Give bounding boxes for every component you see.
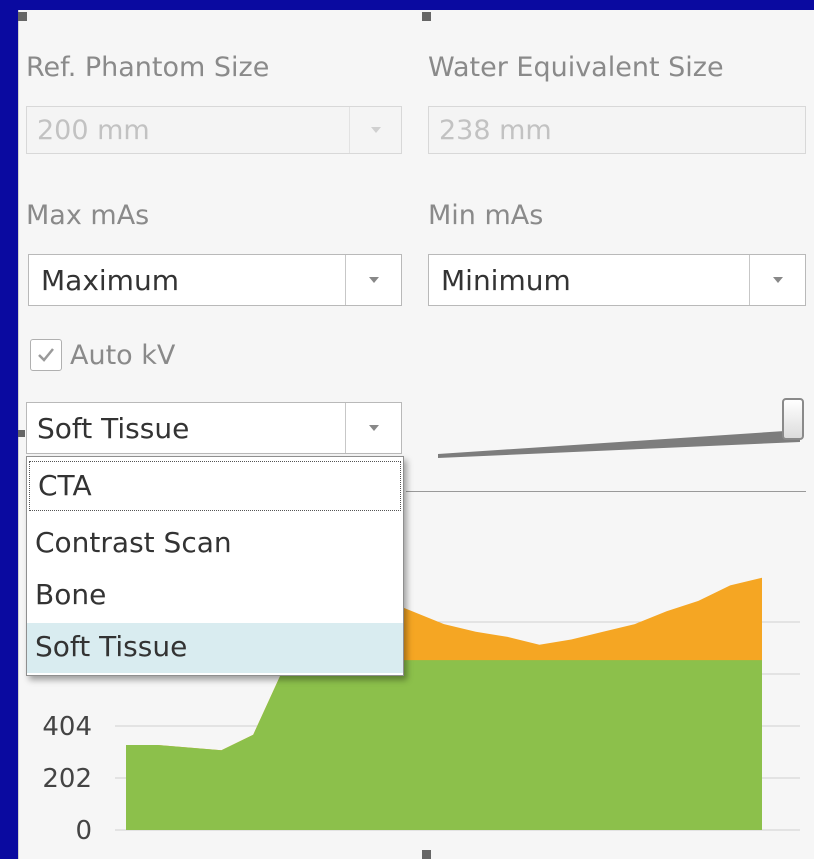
auto-kv-label: Auto kV bbox=[70, 340, 176, 371]
chevron-down-icon bbox=[370, 127, 381, 133]
protocol-selected-value: Soft Tissue bbox=[37, 412, 190, 445]
water-equivalent-size-field: 238 mm bbox=[428, 106, 806, 154]
ref-phantom-size-select: 200 mm bbox=[26, 106, 402, 154]
chart-area-green bbox=[126, 660, 762, 830]
chevron-down-icon bbox=[368, 425, 379, 431]
checkmark-icon bbox=[38, 348, 54, 362]
option-bone[interactable]: Bone bbox=[27, 571, 403, 621]
slider-track bbox=[438, 430, 800, 458]
resize-handle[interactable] bbox=[422, 12, 431, 21]
y-tick-label: 404 bbox=[42, 712, 92, 742]
protocol-select[interactable]: Soft Tissue bbox=[26, 402, 402, 454]
resize-handle[interactable] bbox=[18, 12, 27, 21]
water-equivalent-size-value: 238 mm bbox=[439, 115, 552, 146]
min-mas-dropdown-button[interactable] bbox=[749, 255, 805, 305]
separator-line bbox=[406, 491, 806, 492]
min-mas-label: Min mAs bbox=[428, 200, 544, 231]
option-cta[interactable]: CTA bbox=[29, 461, 401, 511]
ref-phantom-size-value: 200 mm bbox=[37, 115, 150, 146]
ref-phantom-size-label: Ref. Phantom Size bbox=[26, 52, 270, 83]
y-tick-label: 202 bbox=[42, 764, 92, 794]
chevron-down-icon bbox=[772, 277, 783, 283]
protocol-dropdown-button[interactable] bbox=[345, 403, 401, 453]
slider-thumb[interactable] bbox=[782, 398, 804, 440]
option-contrast-scan[interactable]: Contrast Scan bbox=[27, 519, 403, 569]
min-mas-select[interactable]: Minimum bbox=[428, 254, 806, 306]
max-mas-select[interactable]: Maximum bbox=[28, 254, 402, 306]
auto-kv-checkbox[interactable] bbox=[30, 339, 62, 371]
resize-handle[interactable] bbox=[18, 430, 25, 437]
max-mas-label: Max mAs bbox=[26, 200, 150, 231]
dose-slider[interactable] bbox=[436, 396, 812, 466]
y-tick-label: 0 bbox=[75, 816, 92, 846]
chevron-down-icon bbox=[368, 277, 379, 283]
option-soft-tissue[interactable]: Soft Tissue bbox=[27, 623, 403, 673]
max-mas-value: Maximum bbox=[41, 264, 179, 297]
min-mas-value: Minimum bbox=[441, 264, 571, 297]
protocol-dropdown-list: CTA Contrast Scan Bone Soft Tissue bbox=[26, 456, 404, 676]
water-equivalent-size-label: Water Equivalent Size bbox=[428, 52, 724, 83]
max-mas-dropdown-button[interactable] bbox=[345, 255, 401, 305]
ref-phantom-dropdown-button bbox=[349, 107, 401, 153]
